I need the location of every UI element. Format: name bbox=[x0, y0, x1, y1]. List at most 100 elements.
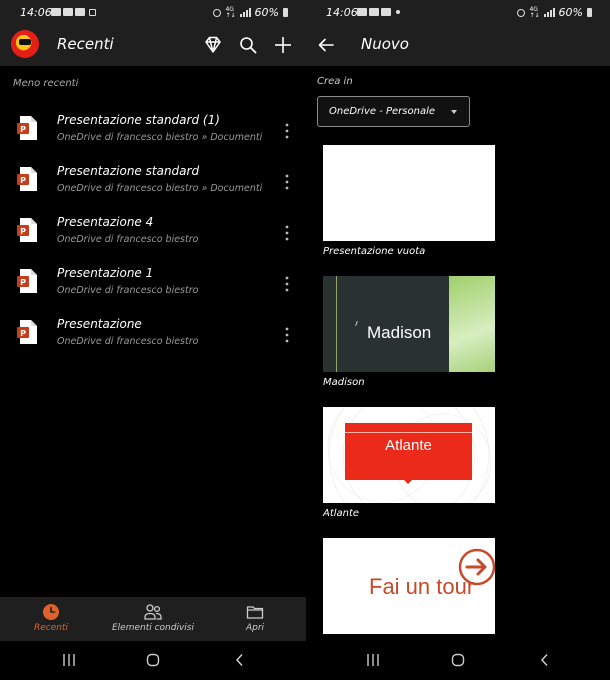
nav-open-label: Apri bbox=[245, 623, 265, 633]
list-item[interactable]: P Presentazione standard OneDrive di fra… bbox=[0, 157, 306, 208]
file-location: OneDrive di francesco biestro bbox=[57, 234, 199, 245]
battery-icon bbox=[283, 8, 288, 17]
accent-tick bbox=[355, 320, 358, 327]
svg-text:P: P bbox=[20, 329, 26, 338]
template-atlante[interactable]: Atlante Atlante bbox=[323, 407, 495, 519]
app-bar: Nuovo bbox=[306, 26, 610, 66]
notification-icon bbox=[381, 8, 391, 16]
template-thumbnail bbox=[323, 145, 495, 241]
recent-apps-icon[interactable] bbox=[366, 653, 380, 667]
battery-icon bbox=[587, 8, 592, 17]
notification-icon bbox=[51, 8, 61, 16]
red-banner: Atlante bbox=[345, 423, 472, 480]
recent-apps-icon[interactable] bbox=[62, 653, 76, 667]
powerpoint-file-icon: P bbox=[17, 269, 37, 293]
people-icon bbox=[144, 604, 162, 620]
file-name: Presentazione 1 bbox=[57, 266, 154, 280]
nav-recent-label: Recenti bbox=[33, 623, 68, 633]
list-item[interactable]: P Presentazione OneDrive di francesco bi… bbox=[0, 310, 306, 361]
nav-shared[interactable]: Elementi condivisi bbox=[102, 597, 204, 641]
app-bar: Recenti bbox=[0, 26, 306, 66]
notification-icon bbox=[357, 8, 367, 16]
accent-line bbox=[336, 276, 337, 372]
more-options-icon[interactable] bbox=[283, 224, 291, 242]
template-tour[interactable]: Fai un tour bbox=[323, 538, 495, 634]
svg-text:P: P bbox=[20, 227, 26, 236]
file-name: Presentazione bbox=[57, 317, 142, 331]
app-logo bbox=[11, 30, 39, 58]
alarm-icon bbox=[517, 8, 526, 17]
more-options-icon[interactable] bbox=[283, 326, 291, 344]
green-panel bbox=[449, 276, 495, 372]
file-name: Presentazione standard bbox=[57, 164, 200, 178]
signal-icon bbox=[543, 8, 555, 17]
notification-icon bbox=[75, 8, 85, 16]
lock-icon bbox=[89, 8, 96, 16]
notification-icon bbox=[369, 8, 379, 16]
back-icon[interactable] bbox=[538, 653, 552, 667]
section-label: Meno recenti bbox=[13, 78, 79, 89]
file-location: OneDrive di francesco biestro bbox=[57, 336, 199, 347]
powerpoint-file-icon: P bbox=[17, 167, 37, 191]
template-blank[interactable]: Presentazione vuota bbox=[323, 145, 495, 257]
status-bar: 14:06 4G ↑↓ 60% bbox=[306, 0, 610, 26]
network-icon: 4G ↑↓ bbox=[225, 5, 236, 19]
bottom-navigation: Recenti Elementi condivisi Apri bbox=[0, 597, 306, 641]
plus-icon[interactable] bbox=[272, 34, 294, 56]
file-location: OneDrive di francesco biestro » Document… bbox=[57, 183, 263, 194]
home-icon[interactable] bbox=[146, 653, 160, 667]
system-navigation bbox=[0, 641, 306, 680]
battery-level: 60% bbox=[558, 6, 583, 19]
list-item[interactable]: P Presentazione 1 OneDrive di francesco … bbox=[0, 259, 306, 310]
caret-down-icon bbox=[451, 110, 457, 114]
notification-icon bbox=[63, 8, 73, 16]
home-icon[interactable] bbox=[451, 653, 465, 667]
thumbnail-title: Atlante bbox=[385, 437, 432, 454]
svg-text:P: P bbox=[20, 125, 26, 134]
status-bar: 14:06 4G ↑↓ 60% bbox=[0, 0, 306, 26]
nav-open[interactable]: Apri bbox=[204, 597, 306, 641]
file-location: OneDrive di francesco biestro » Document… bbox=[57, 132, 263, 143]
more-options-icon[interactable] bbox=[283, 275, 291, 293]
recent-file-list: P Presentazione standard (1) OneDrive di… bbox=[0, 106, 306, 361]
page-title: Recenti bbox=[57, 35, 114, 53]
battery-level: 60% bbox=[254, 6, 279, 19]
new-screen: 14:06 4G ↑↓ 60% Nuovo Crea in OneDrive - … bbox=[306, 0, 610, 680]
status-time: 14:06 bbox=[20, 6, 52, 19]
nav-recent[interactable]: Recenti bbox=[0, 597, 102, 641]
search-icon[interactable] bbox=[237, 34, 259, 56]
list-item[interactable]: P Presentazione 4 OneDrive di francesco … bbox=[0, 208, 306, 259]
more-options-icon[interactable] bbox=[283, 122, 291, 140]
powerpoint-file-icon: P bbox=[17, 320, 37, 344]
status-right: 4G ↑↓ 60% bbox=[213, 6, 288, 19]
template-thumbnail: Atlante bbox=[323, 407, 495, 503]
diamond-icon[interactable] bbox=[202, 34, 224, 56]
template-madison[interactable]: Madison Madison bbox=[323, 276, 495, 388]
network-icon: 4G ↑↓ bbox=[529, 5, 540, 19]
recent-screen: 14:06 4G ↑↓ 60% Recenti Meno recenti P P… bbox=[0, 0, 306, 680]
create-in-label: Crea in bbox=[317, 76, 353, 87]
powerpoint-file-icon: P bbox=[17, 218, 37, 242]
powerpoint-file-icon: P bbox=[17, 116, 37, 140]
location-value: OneDrive - Personale bbox=[329, 106, 436, 117]
template-label: Presentazione vuota bbox=[323, 246, 426, 257]
nav-shared-label: Elementi condivisi bbox=[111, 623, 194, 633]
template-label: Madison bbox=[323, 377, 365, 388]
file-name: Presentazione 4 bbox=[57, 215, 154, 229]
status-right: 4G ↑↓ 60% bbox=[517, 6, 592, 19]
back-arrow-icon[interactable] bbox=[315, 34, 337, 56]
template-thumbnail: Fai un tour bbox=[323, 538, 495, 634]
more-options-icon[interactable] bbox=[283, 173, 291, 191]
svg-text:P: P bbox=[20, 278, 26, 287]
file-location: OneDrive di francesco biestro bbox=[57, 285, 199, 296]
back-icon[interactable] bbox=[233, 653, 247, 667]
template-thumbnail: Madison bbox=[323, 276, 495, 372]
location-select[interactable]: OneDrive - Personale bbox=[317, 96, 470, 127]
banner-line bbox=[345, 432, 472, 433]
alarm-icon bbox=[213, 8, 222, 17]
file-name: Presentazione standard (1) bbox=[57, 113, 220, 127]
page-title: Nuovo bbox=[361, 35, 409, 53]
arrow-circle-icon bbox=[458, 548, 495, 586]
list-item[interactable]: P Presentazione standard (1) OneDrive di… bbox=[0, 106, 306, 157]
svg-text:P: P bbox=[20, 176, 26, 185]
